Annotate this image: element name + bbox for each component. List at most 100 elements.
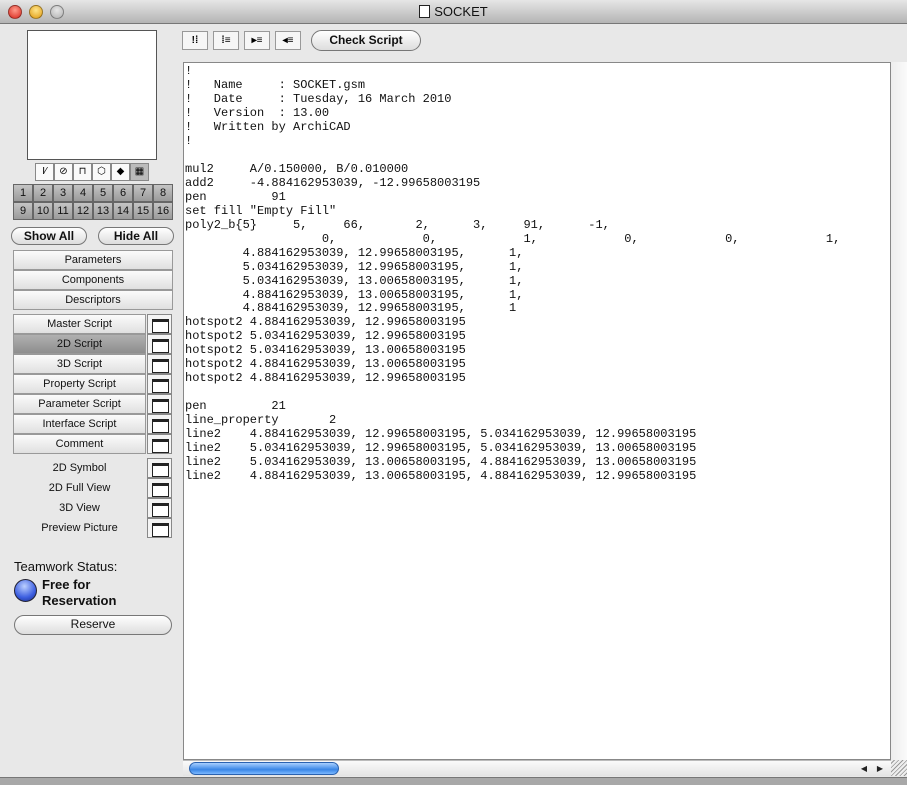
code-line: mul2 A/0.150000, B/0.010000 — [185, 161, 409, 176]
code-line: set fill "Empty Fill" — [185, 203, 337, 218]
code-line: 4.884162953039, 13.00658003195, 1, — [185, 287, 524, 302]
outdent-button[interactable]: ◂≡ — [275, 31, 301, 50]
window-title: SOCKET — [434, 4, 488, 19]
scroll-right-arrow-icon[interactable]: ▶ — [873, 762, 887, 775]
code-line: ! Written by ArchiCAD — [185, 119, 351, 134]
scroll-left-arrow-icon[interactable]: ◀ — [857, 762, 871, 775]
open-window-icon[interactable] — [147, 374, 172, 394]
open-window-icon[interactable] — [147, 458, 172, 478]
number-button[interactable]: 14 — [113, 202, 133, 220]
code-line: line_property 2 — [185, 413, 337, 428]
code-line: line2 4.884162953039, 13.00658003195, 4.… — [185, 469, 697, 484]
number-button[interactable]: 6 — [113, 184, 133, 202]
code-line: poly2_b{5} 5, 66, 2, 3, 91, -1, — [185, 217, 610, 232]
script-button-2d-script[interactable]: 2D Script — [13, 334, 146, 354]
open-window-icon[interactable] — [147, 478, 172, 498]
list-button[interactable]: ⁞≡ — [213, 31, 239, 50]
open-window-icon[interactable] — [147, 394, 172, 414]
code-line: line2 5.034162953039, 12.99658003195, 5.… — [185, 441, 697, 456]
horizontal-scrollbar[interactable]: ◀ ▶ — [183, 760, 891, 776]
code-line: 5.034162953039, 13.00658003195, 1, — [185, 273, 524, 288]
script-button-3d-script[interactable]: 3D Script — [13, 354, 146, 374]
pen-number-grid: 1 2 3 4 5 6 7 8 9 10 11 12 13 14 15 16 — [13, 184, 173, 220]
number-button[interactable]: 1 — [13, 184, 33, 202]
minimize-button[interactable] — [29, 5, 43, 19]
code-line: hotspot2 4.884162953039, 13.00658003195 — [185, 357, 466, 372]
2d-line-view-button[interactable]: I⁄ — [35, 163, 54, 181]
code-line: hotspot2 4.884162953039, 12.99658003195 — [185, 315, 466, 330]
section-button-descriptors[interactable]: Descriptors — [13, 290, 173, 310]
code-line: hotspot2 4.884162953039, 12.99658003195 — [185, 371, 466, 386]
script-text[interactable]: !! Name : SOCKET.gsm! Date : Tuesday, 16… — [184, 63, 890, 484]
section-view-button[interactable]: ⊘ — [54, 163, 73, 181]
script-editor[interactable]: !! Name : SOCKET.gsm! Date : Tuesday, 16… — [183, 62, 891, 760]
code-line: line2 4.884162953039, 12.99658003195, 5.… — [185, 427, 697, 442]
script-button-comment[interactable]: Comment — [13, 434, 146, 454]
open-window-icon[interactable] — [147, 354, 172, 374]
section-button-components[interactable]: Components — [13, 270, 173, 290]
zoom-button[interactable] — [50, 5, 64, 19]
gdl-editor-window: SOCKET !⁞ ⁞≡ ▸≡ ◂≡ Check Script I⁄ ⊘ ⊓ ⬡ ◆ ▦ … — [0, 0, 907, 778]
outdent-icon: ◂≡ — [282, 35, 294, 46]
teamwork-status: Free for Reservation — [42, 577, 117, 608]
check-script-button[interactable]: Check Script — [311, 30, 421, 51]
resize-grip-icon[interactable] — [891, 760, 907, 776]
list-icon: ⁞≡ — [221, 35, 231, 46]
hide-all-button[interactable]: Hide All — [98, 227, 174, 245]
code-line: line2 5.034162953039, 13.00658003195, 4.… — [185, 455, 697, 470]
script-button-property-script[interactable]: Property Script — [13, 374, 146, 394]
insert-comment-button[interactable]: !⁞ — [182, 31, 208, 50]
number-button[interactable]: 7 — [133, 184, 153, 202]
solid-3d-view-button[interactable]: ◆ — [111, 163, 130, 181]
number-button[interactable]: 2 — [33, 184, 53, 202]
number-button[interactable]: 16 — [153, 202, 173, 220]
reserve-button[interactable]: Reserve — [14, 615, 172, 635]
vertical-scrollbar[interactable] — [891, 62, 907, 760]
title-bar[interactable]: SOCKET — [0, 0, 907, 24]
number-button[interactable]: 9 — [13, 202, 33, 220]
indent-button[interactable]: ▸≡ — [244, 31, 270, 50]
status-indicator-icon — [14, 579, 37, 602]
number-button[interactable]: 15 — [133, 202, 153, 220]
number-button[interactable]: 11 — [53, 202, 73, 220]
script-button-interface-script[interactable]: Interface Script — [13, 414, 146, 434]
code-line: 5.034162953039, 12.99658003195, 1, — [185, 259, 524, 274]
indent-icon: ▸≡ — [251, 35, 263, 46]
code-line: ! — [185, 64, 193, 78]
open-window-icon[interactable] — [147, 314, 172, 334]
show-all-button[interactable]: Show All — [11, 227, 87, 245]
preview-film-icon: ▦ — [134, 166, 145, 177]
code-line: pen 91 — [185, 189, 286, 204]
number-button[interactable]: 5 — [93, 184, 113, 202]
wireframe-3d-view-button[interactable]: ⬡ — [92, 163, 111, 181]
open-window-icon[interactable] — [147, 334, 172, 354]
number-button[interactable]: 4 — [73, 184, 93, 202]
open-window-icon[interactable] — [147, 498, 172, 518]
open-window-icon[interactable] — [147, 414, 172, 434]
section-icon: ⊘ — [59, 166, 68, 177]
code-line: ! Name : SOCKET.gsm — [185, 77, 366, 92]
insert-comment-icon: !⁞ — [191, 35, 199, 46]
number-button[interactable]: 3 — [53, 184, 73, 202]
floorplan-view-button[interactable]: ⊓ — [73, 163, 92, 181]
preview-film-view-button[interactable]: ▦ — [130, 163, 149, 181]
number-button[interactable]: 12 — [73, 202, 93, 220]
number-button[interactable]: 10 — [33, 202, 53, 220]
close-button[interactable] — [8, 5, 22, 19]
open-window-icon[interactable] — [147, 518, 172, 538]
open-window-icon[interactable] — [147, 434, 172, 454]
script-button-parameter-script[interactable]: Parameter Script — [13, 394, 146, 414]
code-line: 0, 0, 1, 0, 0, 1, — [185, 231, 841, 246]
script-button-master-script[interactable]: Master Script — [13, 314, 146, 334]
code-line: pen 21 — [185, 399, 286, 414]
code-line: add2 -4.884162953039, -12.99658003195 — [185, 175, 481, 190]
scroll-thumb[interactable] — [189, 762, 339, 775]
floorplan-icon: ⊓ — [78, 166, 87, 177]
number-button[interactable]: 8 — [153, 184, 173, 202]
teamwork-status-label: Teamwork Status: — [14, 559, 118, 574]
section-button-parameters[interactable]: Parameters — [13, 250, 173, 270]
code-line: ! — [185, 133, 193, 148]
number-button[interactable]: 13 — [93, 202, 113, 220]
